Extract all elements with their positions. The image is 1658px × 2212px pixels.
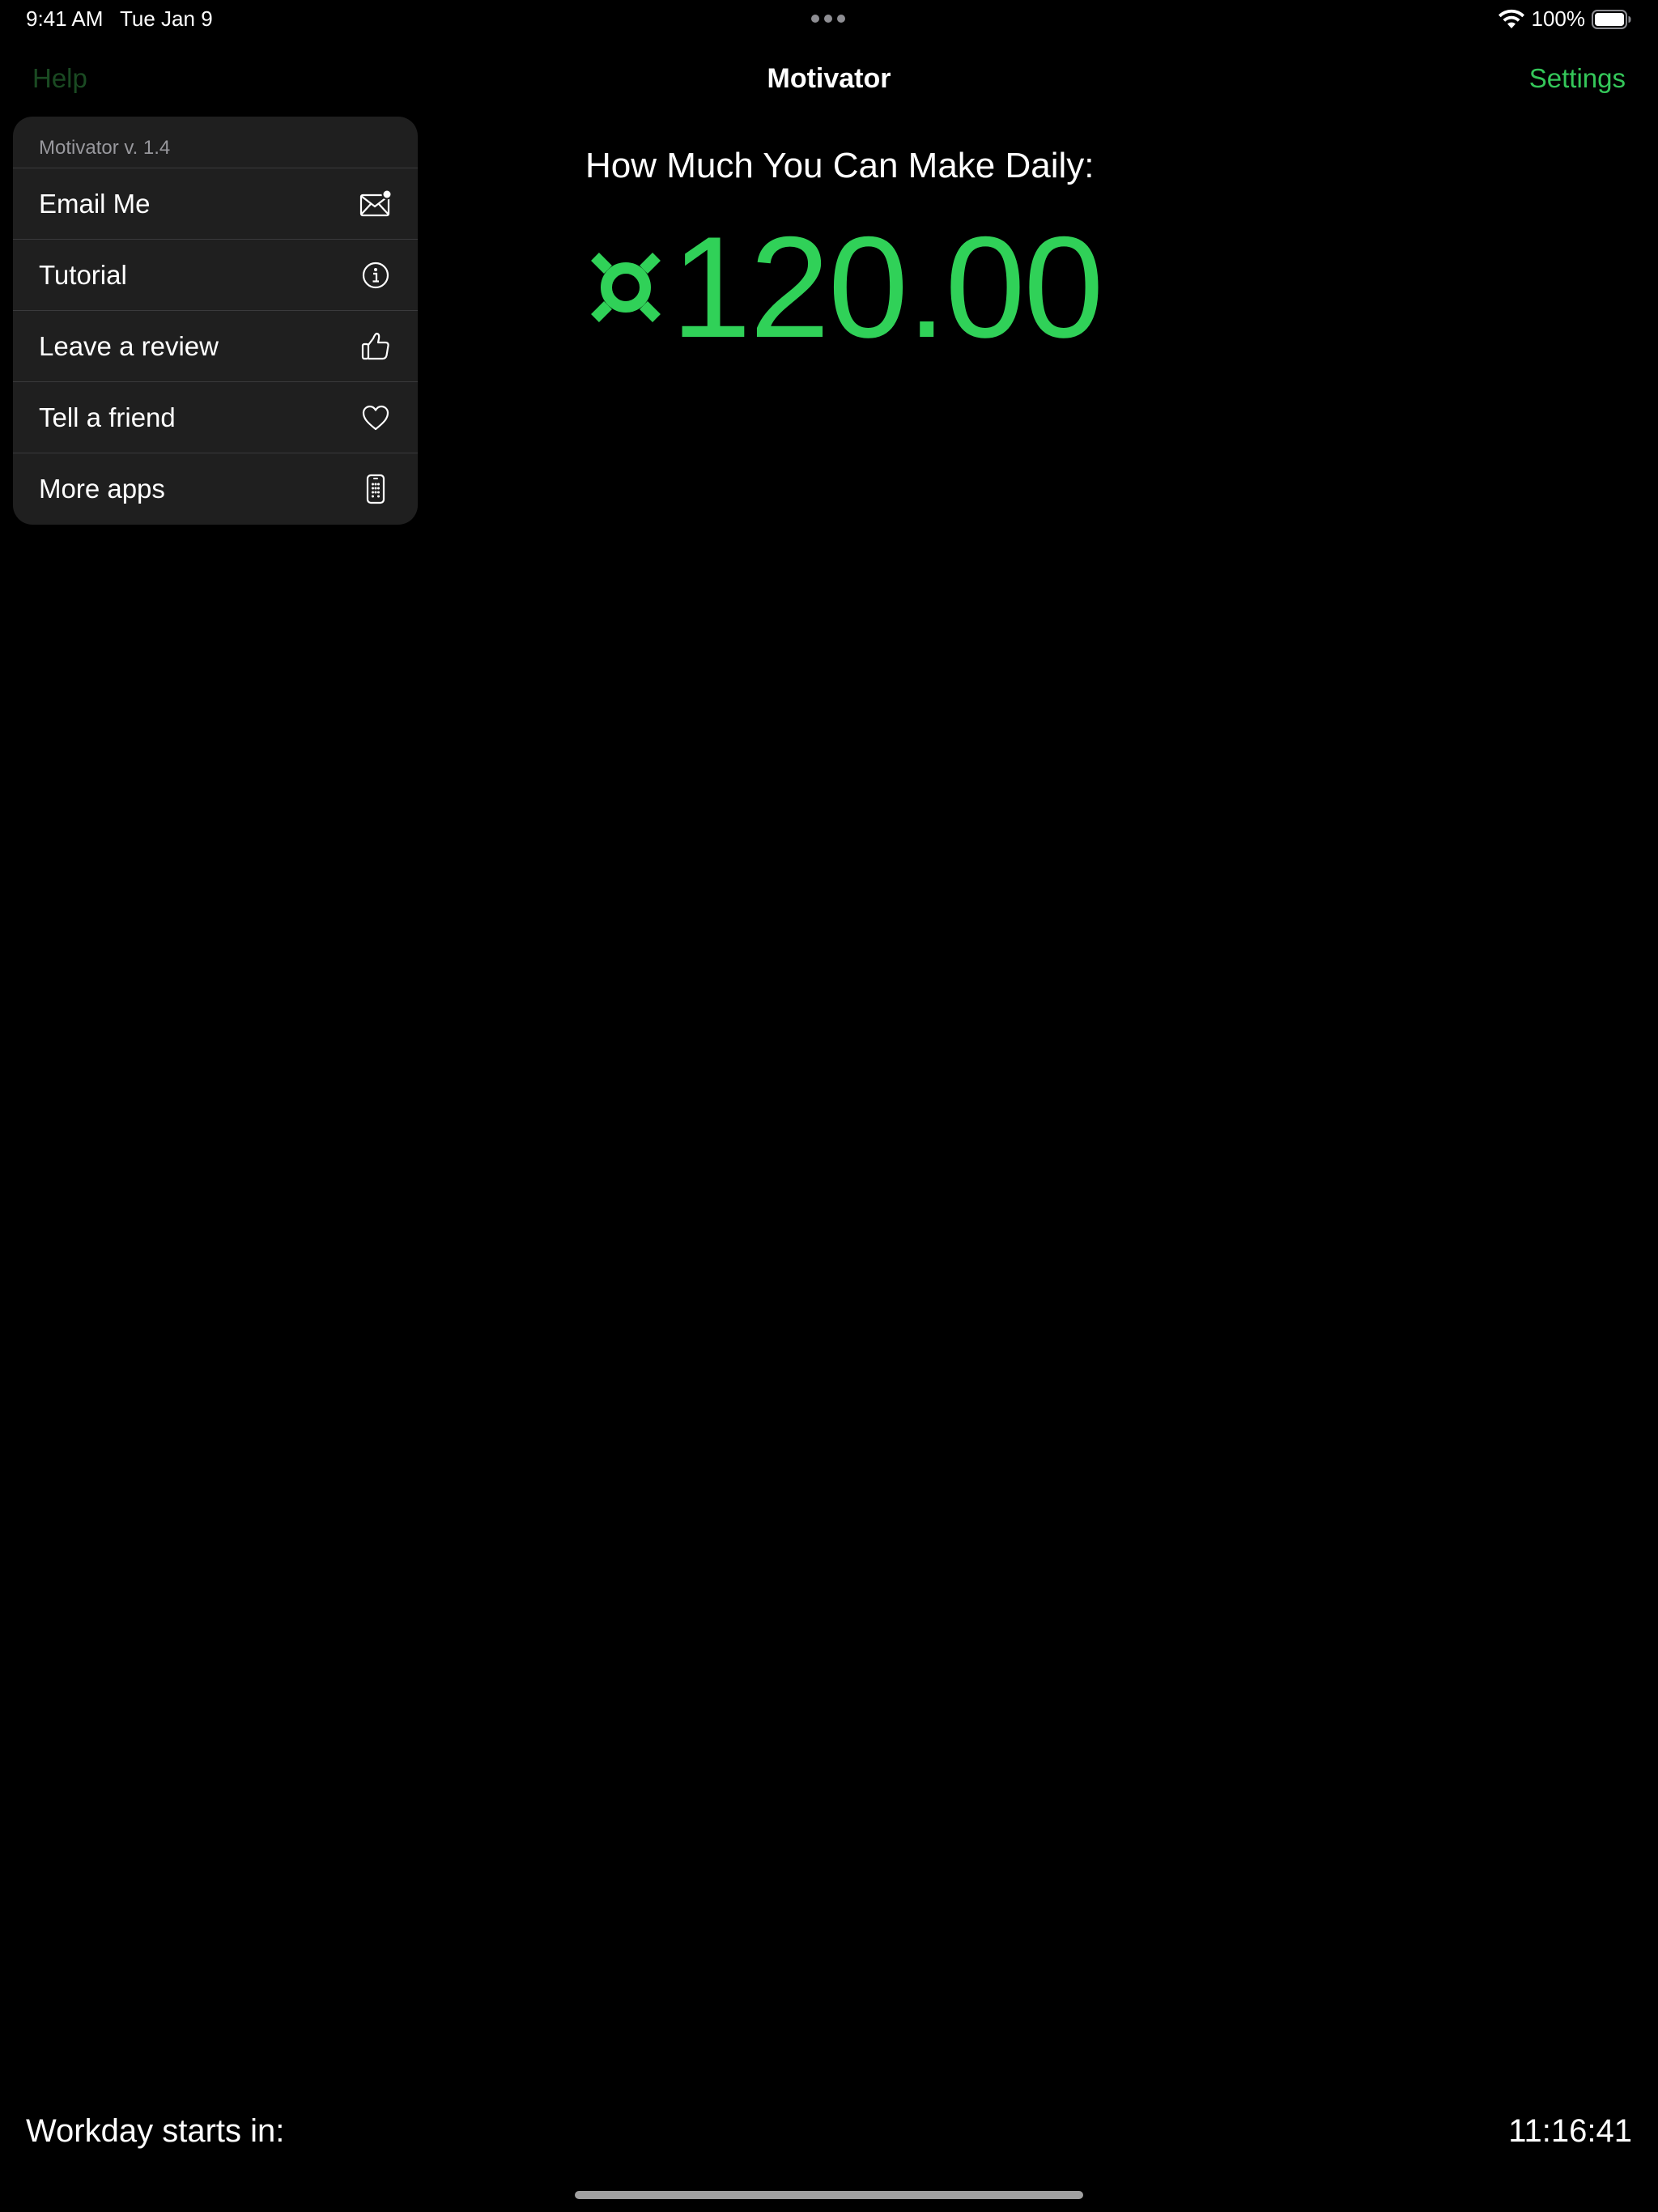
page-title: Motivator: [767, 63, 891, 94]
workday-countdown-timer: 11:16:41: [1508, 2113, 1632, 2149]
workday-countdown-label: Workday starts in:: [26, 2113, 285, 2149]
heart-icon: [359, 402, 392, 434]
status-bar: 9:41 AM Tue Jan 9 100%: [0, 0, 1658, 39]
menu-item-email-me[interactable]: Email Me: [13, 168, 418, 240]
menu-item-tutorial[interactable]: Tutorial: [13, 240, 418, 311]
navigation-bar: Help Motivator Settings: [0, 49, 1658, 110]
status-time: 9:41 AM: [26, 6, 104, 31]
daily-earnings-heading: How Much You Can Make Daily:: [585, 146, 1095, 185]
menu-item-leave-review[interactable]: Leave a review: [13, 311, 418, 382]
info-circle-icon: [359, 259, 392, 291]
amount-value: 120.00: [671, 206, 1103, 368]
menu-item-label: Leave a review: [39, 330, 219, 361]
status-date: Tue Jan 9: [120, 6, 213, 31]
settings-button[interactable]: Settings: [1529, 63, 1626, 94]
menu-item-label: Tutorial: [39, 259, 127, 290]
thumbs-up-icon: [359, 330, 392, 363]
menu-item-label: More apps: [39, 474, 165, 504]
envelope-badge-icon: [359, 188, 392, 220]
multitasking-dots-icon[interactable]: [811, 15, 845, 23]
generic-currency-icon: [585, 235, 666, 340]
wifi-icon: [1498, 9, 1525, 30]
help-menu-popover: Motivator v. 1.4 Email Me Tutorial Leave…: [13, 117, 418, 525]
menu-item-label: Tell a friend: [39, 402, 176, 432]
battery-full-icon: [1592, 9, 1632, 30]
menu-header-version: Motivator v. 1.4: [13, 117, 418, 168]
daily-earnings-amount: 120.00: [585, 206, 1103, 368]
status-indicators: 100%: [1498, 6, 1633, 32]
home-indicator[interactable]: [575, 2191, 1083, 2199]
menu-item-tell-friend[interactable]: Tell a friend: [13, 382, 418, 453]
menu-item-label: Email Me: [39, 188, 151, 219]
iphone-apps-icon: [359, 473, 392, 505]
battery-percent: 100%: [1531, 6, 1586, 31]
menu-item-more-apps[interactable]: More apps: [13, 453, 418, 525]
